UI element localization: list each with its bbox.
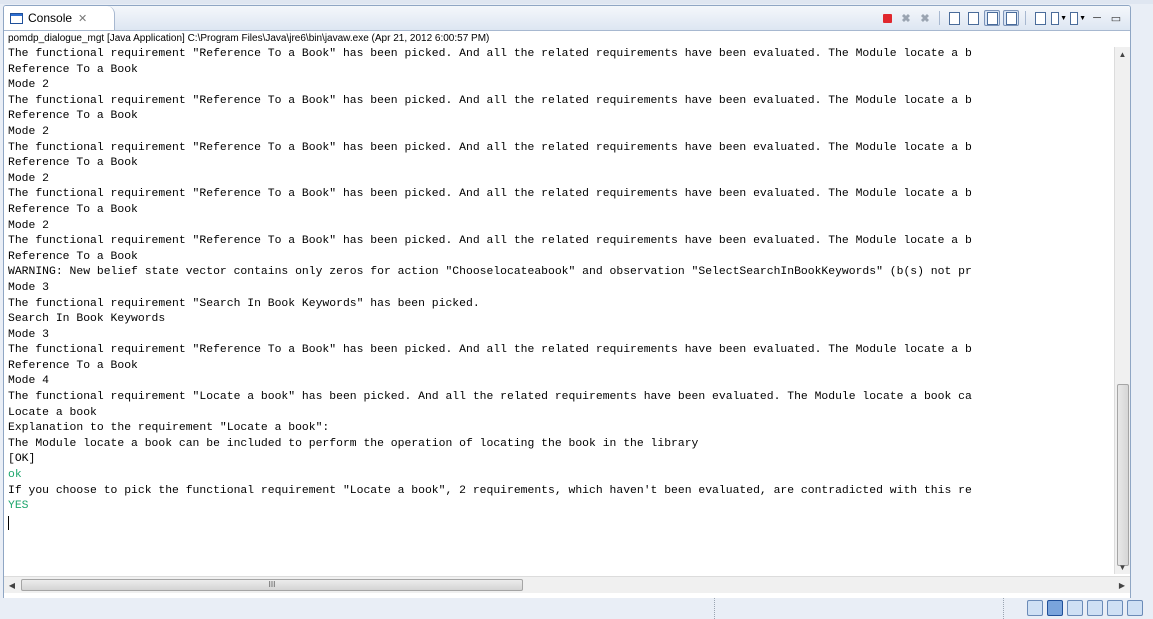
show-stderr-icon[interactable] (1003, 10, 1019, 26)
maximize-icon[interactable]: ▭ (1108, 10, 1124, 26)
console-line: The functional requirement "Reference To… (8, 188, 972, 201)
console-line: Reference To a Book (8, 203, 138, 216)
console-line: Mode 2 (8, 219, 50, 232)
horizontal-scroll-thumb[interactable]: III (21, 579, 523, 591)
trim-stack (1027, 600, 1143, 616)
console-output[interactable]: The functional requirement "Reference To… (4, 47, 1114, 574)
pin-console-icon[interactable] (1032, 10, 1048, 26)
console-line: Reference To a Book (8, 110, 138, 123)
show-stdout-icon[interactable] (984, 10, 1000, 26)
console-icon (10, 12, 23, 24)
scroll-up-icon[interactable]: ▲ (1115, 47, 1130, 61)
remove-launch-icon[interactable]: ✖ (898, 10, 914, 26)
console-line: Reference To a Book (8, 250, 138, 263)
tab-console[interactable]: Console ✕ (4, 6, 115, 30)
top-strip (0, 0, 1153, 4)
status-separator (714, 598, 716, 619)
remove-all-icon[interactable]: ✖ (917, 10, 933, 26)
console-toolbar: ✖ ✖ ▼ ▼ ─ ▭ (879, 9, 1124, 27)
display-console-icon[interactable]: ▼ (1051, 10, 1067, 26)
scroll-left-icon[interactable]: ◀ (4, 577, 20, 593)
minimize-icon[interactable]: ─ (1089, 10, 1105, 26)
console-line: Mode 2 (8, 79, 50, 92)
open-console-icon[interactable]: ▼ (1070, 10, 1086, 26)
console-line: YES (8, 500, 29, 513)
scroll-down-icon[interactable]: ▼ (1115, 560, 1130, 574)
console-line: Mode 3 (8, 328, 50, 341)
console-line: The functional requirement "Reference To… (8, 344, 972, 357)
view-tabbar: Console ✕ ✖ ✖ ▼ ▼ ─ ▭ (4, 6, 1130, 31)
console-line: If you choose to pick the functional req… (8, 484, 972, 497)
status-separator (1003, 598, 1005, 619)
tab-console-label: Console (28, 11, 73, 25)
toolbar-separator (1025, 11, 1026, 25)
tasks-trim-icon[interactable] (1067, 600, 1083, 616)
problems-trim-icon[interactable] (1087, 600, 1103, 616)
console-line: The functional requirement "Reference To… (8, 94, 972, 107)
process-label: pomdp_dialogue_mgt [Java Application] C:… (4, 31, 1130, 47)
console-line: [OK] (8, 453, 36, 466)
console-line: The Module locate a book can be included… (8, 437, 699, 450)
console-line: Mode 2 (8, 125, 50, 138)
console-line: Mode 3 (8, 281, 50, 294)
console-line: ok (8, 469, 22, 482)
vertical-scrollbar[interactable]: ▲ ▼ (1114, 47, 1130, 574)
console-line: Search In Book Keywords (8, 313, 166, 326)
scroll-lock-icon[interactable] (965, 10, 981, 26)
console-line: Reference To a Book (8, 63, 138, 76)
console-line: Locate a book (8, 406, 97, 419)
console-line: WARNING: New belief state vector contain… (8, 266, 972, 279)
progress-trim-icon[interactable] (1107, 600, 1123, 616)
vertical-scroll-thumb[interactable] (1117, 384, 1129, 566)
outline-trim-icon[interactable] (1127, 600, 1143, 616)
console-trim-icon[interactable] (1047, 600, 1063, 616)
clear-console-icon[interactable] (946, 10, 962, 26)
console-line: Reference To a Book (8, 157, 138, 170)
console-line: The functional requirement "Reference To… (8, 141, 972, 154)
console-line: The functional requirement "Search In Bo… (8, 297, 480, 310)
console-view: Console ✕ ✖ ✖ ▼ ▼ ─ ▭ pomdp_dialogue_mgt… (3, 5, 1131, 599)
console-line: Explanation to the requirement "Locate a… (8, 422, 330, 435)
text-caret (8, 516, 9, 530)
status-bar (0, 598, 1153, 619)
scroll-right-icon[interactable]: ▶ (1114, 577, 1130, 593)
close-icon[interactable]: ✕ (78, 12, 87, 25)
fast-view-icon[interactable] (1027, 600, 1043, 616)
console-line: Mode 4 (8, 375, 50, 388)
console-line: The functional requirement "Locate a boo… (8, 391, 972, 404)
console-line: The functional requirement "Reference To… (8, 235, 972, 248)
horizontal-scrollbar[interactable]: ◀ III ▶ (4, 576, 1130, 593)
toolbar-separator (939, 11, 940, 25)
console-line: The functional requirement "Reference To… (8, 48, 972, 60)
terminate-icon[interactable] (879, 10, 895, 26)
console-line: Mode 2 (8, 172, 50, 185)
console-line: Reference To a Book (8, 359, 138, 372)
